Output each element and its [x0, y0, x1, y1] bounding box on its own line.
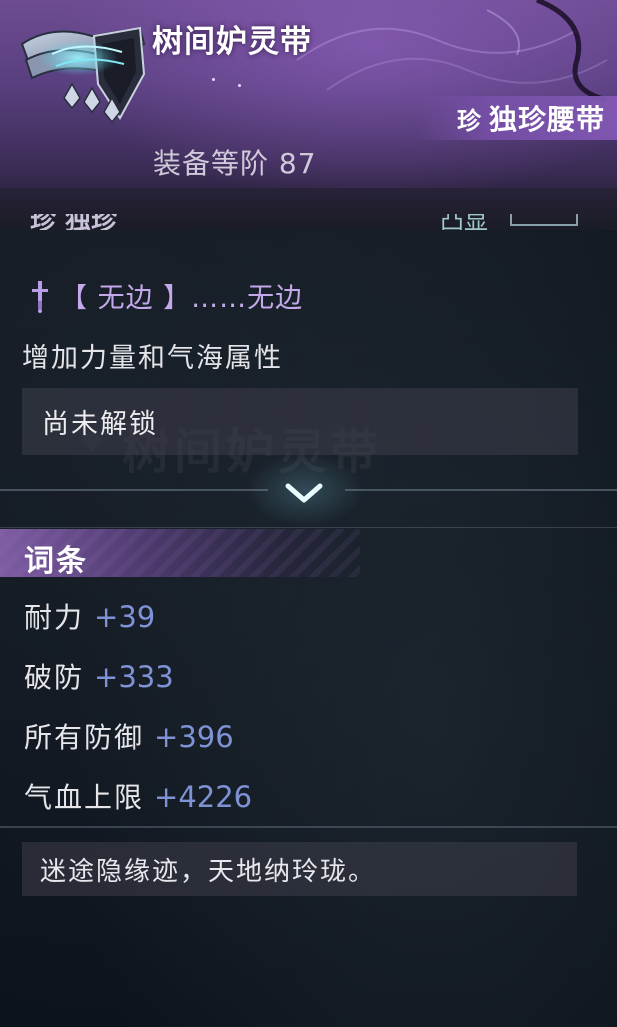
item-tooltip-panel: 树间妒灵带 珍 独珍腰带 装备等阶 87 珍 独珍 凸显 【 无边 】……无边 … — [0, 0, 617, 1027]
belt-item-icon — [20, 26, 146, 124]
item-header: 树间妒灵带 珍 独珍腰带 装备等阶 87 珍 独珍 凸显 — [0, 0, 617, 230]
divider-line — [345, 489, 617, 491]
divider-line — [0, 826, 617, 828]
obscured-text: 凸显 — [440, 214, 488, 230]
set-effect-name: 【 无边 】……无边 — [60, 283, 304, 314]
obscured-row-fragment: 珍 独珍 — [30, 214, 118, 230]
obscured-compare-fragment: 凸显 — [440, 214, 580, 230]
equip-level-label: 装备等阶 — [153, 147, 270, 180]
rarity-tag: 珍 独珍腰带 — [417, 96, 617, 140]
chevron-down-icon — [285, 483, 323, 503]
attribute-name: 气血上限 — [24, 781, 145, 814]
attribute-name: 所有防御 — [24, 721, 145, 754]
divider-line — [0, 527, 617, 528]
rarity-label: 独珍腰带 — [488, 103, 605, 136]
attribute-value: +39 — [94, 600, 156, 634]
lock-status-text: 尚未解锁 — [42, 409, 158, 440]
attribute-row: 所有防御 +396 — [24, 716, 234, 756]
attributes-title: 词条 — [24, 544, 88, 579]
sparkle — [238, 84, 241, 87]
equip-level-value: 87 — [278, 147, 317, 180]
attribute-value: +4226 — [154, 780, 253, 814]
attribute-value: +396 — [154, 720, 234, 754]
item-name: 树间妒灵带 — [152, 24, 312, 60]
lock-status-box: 尚未解锁 — [22, 388, 578, 455]
header-swirl-ornament — [296, 0, 608, 103]
attribute-name: 破防 — [24, 661, 85, 694]
flavor-text-box: 迷途隐缘迹，天地纳玲珑。 — [22, 842, 577, 896]
sword-icon — [32, 280, 48, 313]
flavor-text: 迷途隐缘迹，天地纳玲珑。 — [40, 856, 377, 887]
rarity-icon: 珍 — [456, 106, 481, 135]
attribute-row: 耐力 +39 — [24, 596, 155, 636]
equip-level: 装备等阶 87 — [153, 142, 317, 182]
attribute-name: 耐力 — [24, 601, 85, 634]
attribute-value: +333 — [94, 660, 174, 694]
attribute-row: 破防 +333 — [24, 656, 174, 696]
attribute-row: 气血上限 +4226 — [24, 776, 252, 816]
obscured-box — [510, 214, 578, 226]
sparkle — [212, 78, 215, 81]
divider-line — [0, 489, 268, 491]
expand-button[interactable] — [274, 472, 334, 516]
set-effect-row: 【 无边 】……无边 — [28, 276, 303, 315]
set-effect-description: 增加力量和气海属性 — [22, 343, 283, 374]
